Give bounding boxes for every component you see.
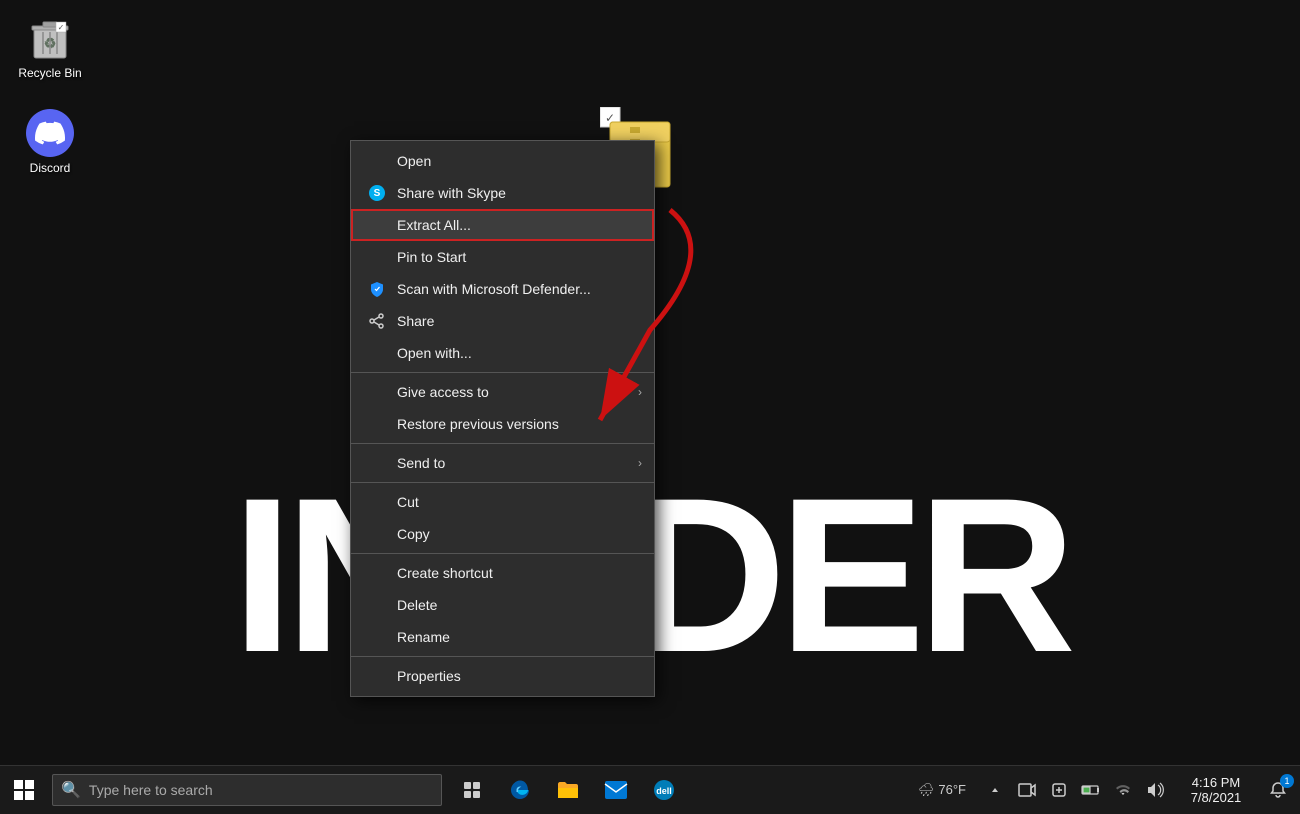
taskbar: 🔍 Type here to search xyxy=(0,765,1300,813)
mail-button[interactable] xyxy=(594,766,638,814)
svg-text:✓: ✓ xyxy=(58,23,65,32)
menu-item-cut-label: Cut xyxy=(397,494,419,510)
menu-item-give-access-label: Give access to xyxy=(397,384,489,400)
volume-icon[interactable] xyxy=(1140,766,1170,814)
menu-item-send-to[interactable]: Send to › xyxy=(351,447,654,479)
tray-icon-unknown[interactable] xyxy=(1044,766,1074,814)
menu-item-scan-defender[interactable]: Scan with Microsoft Defender... xyxy=(351,273,654,305)
menu-item-delete[interactable]: Delete xyxy=(351,589,654,621)
edge-browser-button[interactable] xyxy=(498,766,542,814)
defender-shield-icon xyxy=(367,281,387,297)
taskbar-center-icons: dell xyxy=(450,766,686,814)
task-view-button[interactable] xyxy=(450,766,494,814)
separator-2 xyxy=(351,443,654,444)
menu-item-open[interactable]: Open xyxy=(351,145,654,177)
dell-button[interactable]: dell xyxy=(642,766,686,814)
desktop: INSIDER ♻ ✓ Recycle Bin xyxy=(0,0,1300,765)
menu-item-share-skype[interactable]: S Share with Skype xyxy=(351,177,654,209)
weather-widget[interactable]: 🌧 76°F xyxy=(910,766,974,814)
skype-icon: S xyxy=(367,185,387,201)
menu-item-rename[interactable]: Rename xyxy=(351,621,654,653)
taskbar-search-bar[interactable]: 🔍 Type here to search xyxy=(52,774,442,806)
windows-logo xyxy=(14,780,34,800)
menu-item-pin-start-label: Pin to Start xyxy=(397,249,466,265)
menu-item-copy[interactable]: Copy xyxy=(351,518,654,550)
start-button[interactable] xyxy=(0,766,48,814)
menu-item-delete-label: Delete xyxy=(397,597,437,613)
context-menu: Open S Share with Skype Extract All... P… xyxy=(350,140,655,697)
menu-item-share[interactable]: Share xyxy=(351,305,654,337)
share-icon xyxy=(367,313,387,329)
weather-icon: 🌧 xyxy=(918,782,935,798)
notification-badge: 1 xyxy=(1280,774,1294,788)
menu-item-properties-label: Properties xyxy=(397,668,461,684)
menu-item-create-shortcut[interactable]: Create shortcut xyxy=(351,557,654,589)
menu-item-open-label: Open xyxy=(397,153,431,169)
search-placeholder-text: Type here to search xyxy=(89,782,213,798)
menu-item-pin-start[interactable]: Pin to Start xyxy=(351,241,654,273)
menu-item-send-to-label: Send to xyxy=(397,455,445,471)
menu-item-share-label: Share xyxy=(397,313,434,329)
menu-item-open-with-label: Open with... xyxy=(397,345,472,361)
give-access-arrow: › xyxy=(638,385,642,399)
svg-text:dell: dell xyxy=(656,786,672,796)
menu-item-give-access[interactable]: Give access to › xyxy=(351,376,654,408)
discord-icon-graphic xyxy=(26,109,74,157)
clock-area[interactable]: 4:16 PM 7/8/2021 xyxy=(1176,766,1256,814)
menu-item-properties[interactable]: Properties xyxy=(351,660,654,692)
system-tray xyxy=(974,766,1176,814)
recycle-bin-label: Recycle Bin xyxy=(18,66,81,80)
tray-icon-screen[interactable] xyxy=(1012,766,1042,814)
show-hidden-icons-button[interactable] xyxy=(980,766,1010,814)
weather-temp: 76°F xyxy=(938,782,966,797)
search-icon: 🔍 xyxy=(61,780,81,800)
menu-item-restore-label: Restore previous versions xyxy=(397,416,559,432)
separator-5 xyxy=(351,656,654,657)
battery-icon[interactable] xyxy=(1076,766,1106,814)
discord-label: Discord xyxy=(30,161,71,175)
menu-item-copy-label: Copy xyxy=(397,526,430,542)
menu-item-rename-label: Rename xyxy=(397,629,450,645)
network-icon[interactable] xyxy=(1108,766,1138,814)
notification-button[interactable]: 1 xyxy=(1256,766,1300,814)
menu-item-open-with[interactable]: Open with... xyxy=(351,337,654,369)
menu-item-extract-label: Extract All... xyxy=(397,217,471,233)
clock-time: 4:16 PM xyxy=(1192,775,1240,790)
recycle-bin-icon[interactable]: ♻ ✓ Recycle Bin xyxy=(10,10,90,84)
menu-item-restore-versions[interactable]: Restore previous versions xyxy=(351,408,654,440)
menu-item-defender-label: Scan with Microsoft Defender... xyxy=(397,281,591,297)
discord-desktop-icon[interactable]: Discord xyxy=(10,105,90,179)
send-to-arrow: › xyxy=(638,456,642,470)
separator-1 xyxy=(351,372,654,373)
menu-item-cut[interactable]: Cut xyxy=(351,486,654,518)
menu-item-extract-all[interactable]: Extract All... xyxy=(351,209,654,241)
clock-date: 7/8/2021 xyxy=(1191,790,1242,805)
menu-item-create-shortcut-label: Create shortcut xyxy=(397,565,493,581)
file-explorer-button[interactable] xyxy=(546,766,590,814)
taskbar-right: 🌧 76°F xyxy=(910,766,1300,814)
menu-item-share-skype-label: Share with Skype xyxy=(397,185,506,201)
separator-4 xyxy=(351,553,654,554)
separator-3 xyxy=(351,482,654,483)
